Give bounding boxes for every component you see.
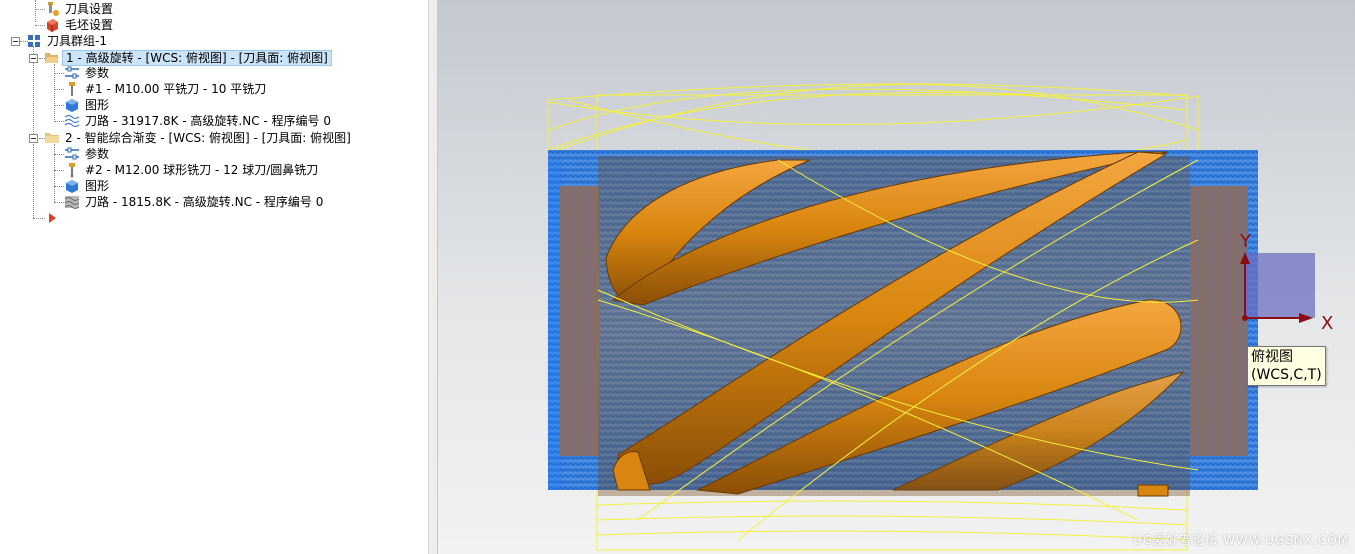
tree-guide bbox=[54, 73, 64, 74]
stock-setup-icon bbox=[47, 19, 58, 32]
folder-icon bbox=[45, 133, 59, 143]
ball-mill-icon bbox=[69, 163, 75, 178]
expand-toggle[interactable] bbox=[29, 54, 38, 63]
tree-guide bbox=[35, 0, 36, 22]
watermark: UG爱好者论坛 WWW.UGSNX.COM bbox=[1133, 533, 1349, 547]
view-tooltip: 俯视图 (WCS,C,T) bbox=[1247, 346, 1326, 386]
y-axis-label: Y bbox=[1240, 231, 1251, 252]
tool-setup-icon bbox=[48, 2, 59, 16]
graphics-viewport[interactable]: Y X 俯视图 (WCS,C,T) UG爱好者论坛 WWW.UGSNX.COM bbox=[438, 0, 1355, 554]
geometry-icon bbox=[66, 99, 78, 112]
parameters-icon bbox=[65, 66, 79, 79]
tree-guide bbox=[54, 89, 64, 90]
tree-guide bbox=[54, 144, 55, 202]
operations-tree[interactable]: 刀具设置 毛坯设置 刀具群组-1 1 - 高级旋转 - [WCS: 俯视图] -… bbox=[0, 0, 428, 554]
tree-guide bbox=[33, 144, 34, 218]
expand-toggle[interactable] bbox=[29, 134, 38, 143]
view-name: 俯视图 bbox=[1251, 349, 1293, 365]
expand-toggle[interactable] bbox=[11, 37, 20, 46]
geometry-icon bbox=[66, 180, 78, 193]
end-mill-icon bbox=[69, 82, 75, 96]
toolpath-icon bbox=[64, 114, 80, 128]
x-axis-label: X bbox=[1321, 313, 1334, 334]
tool-group-icon bbox=[28, 35, 40, 47]
tree-guide bbox=[54, 170, 64, 171]
panel-splitter[interactable] bbox=[428, 0, 438, 554]
tree-guide bbox=[54, 154, 64, 155]
insert-arrow-icon bbox=[49, 213, 56, 223]
tree-guide bbox=[54, 202, 64, 203]
tree-guide bbox=[54, 121, 64, 122]
parameters-icon bbox=[65, 147, 79, 160]
tree-guide bbox=[54, 105, 64, 106]
part-render bbox=[547, 83, 1258, 551]
toolpath-icon bbox=[64, 196, 80, 209]
cylinder-end-left bbox=[560, 186, 600, 456]
view-plane bbox=[1245, 253, 1315, 318]
folder-open-icon bbox=[45, 53, 59, 63]
tree-guide bbox=[54, 186, 64, 187]
view-info: (WCS,C,T) bbox=[1251, 367, 1322, 383]
